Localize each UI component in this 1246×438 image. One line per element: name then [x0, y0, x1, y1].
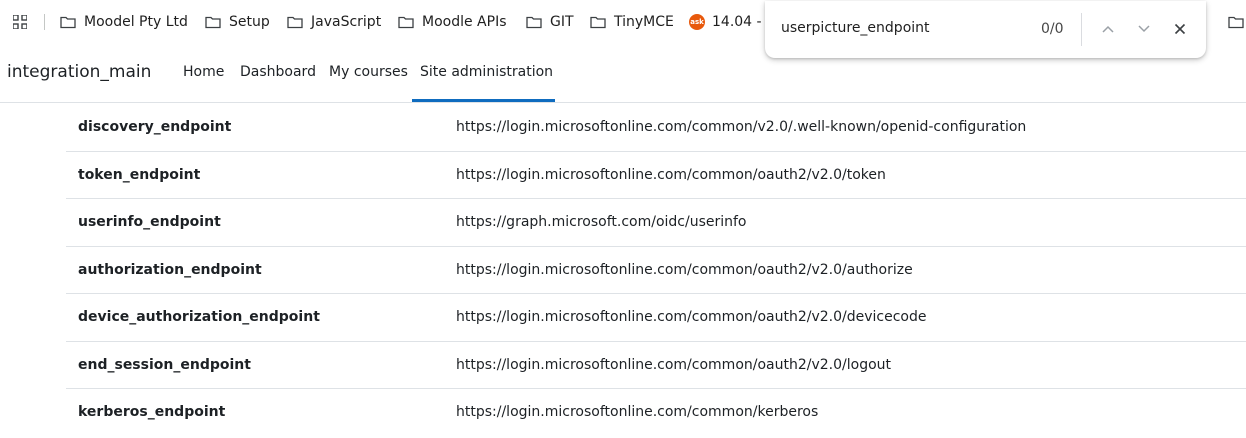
table-row: discovery_endpoint https://login.microso… [66, 103, 1246, 151]
table-row: end_session_endpoint https://login.micro… [66, 340, 1246, 389]
endpoint-value: https://login.microsoftonline.com/common… [456, 118, 1027, 135]
endpoint-value: https://login.microsoftonline.com/common… [456, 404, 819, 421]
find-input[interactable]: userpicture_endpoint [781, 20, 930, 36]
bookmark-label: JavaScript [311, 14, 382, 30]
endpoint-value: https://login.microsoftonline.com/common… [456, 261, 913, 278]
bookmark-label: Setup [229, 14, 270, 30]
endpoint-key: device_authorization_endpoint [78, 309, 320, 326]
nav-link-my-courses[interactable]: My courses [329, 64, 408, 80]
endpoint-key: kerberos_endpoint [78, 404, 226, 421]
apps-grid-icon[interactable] [13, 15, 27, 29]
endpoint-key: token_endpoint [78, 166, 201, 183]
bookmark-folder-moodle-apis[interactable]: Moodle APIs [398, 12, 507, 32]
bookmark-label: Moodle APIs [422, 14, 507, 30]
close-icon [1174, 23, 1186, 35]
endpoint-key: discovery_endpoint [78, 118, 232, 135]
askubuntu-icon: ask [689, 14, 705, 30]
folder-icon [526, 16, 542, 29]
bookmark-folder-git[interactable]: GIT [526, 12, 574, 32]
endpoint-value: https://graph.microsoft.com/oidc/userinf… [456, 214, 747, 231]
find-next-button[interactable] [1136, 21, 1152, 37]
nav-link-dashboard[interactable]: Dashboard [240, 64, 316, 80]
find-close-button[interactable] [1172, 21, 1188, 37]
folder-icon [398, 16, 414, 29]
find-match-count: 0/0 [1041, 21, 1064, 37]
folder-icon [60, 16, 76, 29]
site-brand[interactable]: integration_main [7, 62, 151, 82]
table-row: device_authorization_endpoint https://lo… [66, 293, 1246, 341]
bookmark-label: GIT [550, 14, 574, 30]
bookmark-folder-overflow[interactable] [1228, 12, 1246, 32]
chevron-up-icon [1102, 25, 1114, 33]
folder-icon [205, 16, 221, 29]
find-divider [1081, 13, 1082, 46]
bookmark-label: TinyMCE [614, 14, 674, 30]
table-row: token_endpoint https://login.microsofton… [66, 150, 1246, 199]
nav-link-home[interactable]: Home [183, 64, 224, 80]
endpoint-value: https://login.microsoftonline.com/common… [456, 166, 886, 183]
chevron-down-icon [1138, 25, 1150, 33]
table-row: authorization_endpoint https://login.mic… [66, 245, 1246, 294]
endpoint-key: end_session_endpoint [78, 356, 251, 373]
find-in-page-bar: userpicture_endpoint 0/0 [765, 1, 1206, 58]
bookmark-askubuntu[interactable]: ask 14.04 - V [689, 12, 776, 32]
folder-icon [1228, 16, 1244, 29]
bookmark-folder-moodel-pty-ltd[interactable]: Moodel Pty Ltd [60, 12, 188, 32]
endpoint-key: userinfo_endpoint [78, 214, 221, 231]
bookmark-folder-setup[interactable]: Setup [205, 12, 270, 32]
find-previous-button[interactable] [1100, 21, 1116, 37]
table-row: kerberos_endpoint https://login.microsof… [66, 388, 1246, 436]
endpoint-key: authorization_endpoint [78, 261, 262, 278]
table-row: userinfo_endpoint https://graph.microsof… [66, 198, 1246, 246]
bookmark-label: Moodel Pty Ltd [84, 14, 188, 30]
bookmark-folder-javascript[interactable]: JavaScript [287, 12, 381, 32]
folder-icon [590, 16, 606, 29]
folder-icon [287, 16, 303, 29]
endpoint-value: https://login.microsoftonline.com/common… [456, 309, 927, 326]
nav-link-site-administration[interactable]: Site administration [420, 64, 553, 80]
active-nav-indicator [412, 99, 555, 102]
endpoint-value: https://login.microsoftonline.com/common… [456, 356, 892, 373]
endpoint-table: discovery_endpoint https://login.microso… [66, 103, 1246, 436]
bookmark-folder-tinymce[interactable]: TinyMCE [590, 12, 674, 32]
bookmarks-divider [44, 14, 45, 30]
